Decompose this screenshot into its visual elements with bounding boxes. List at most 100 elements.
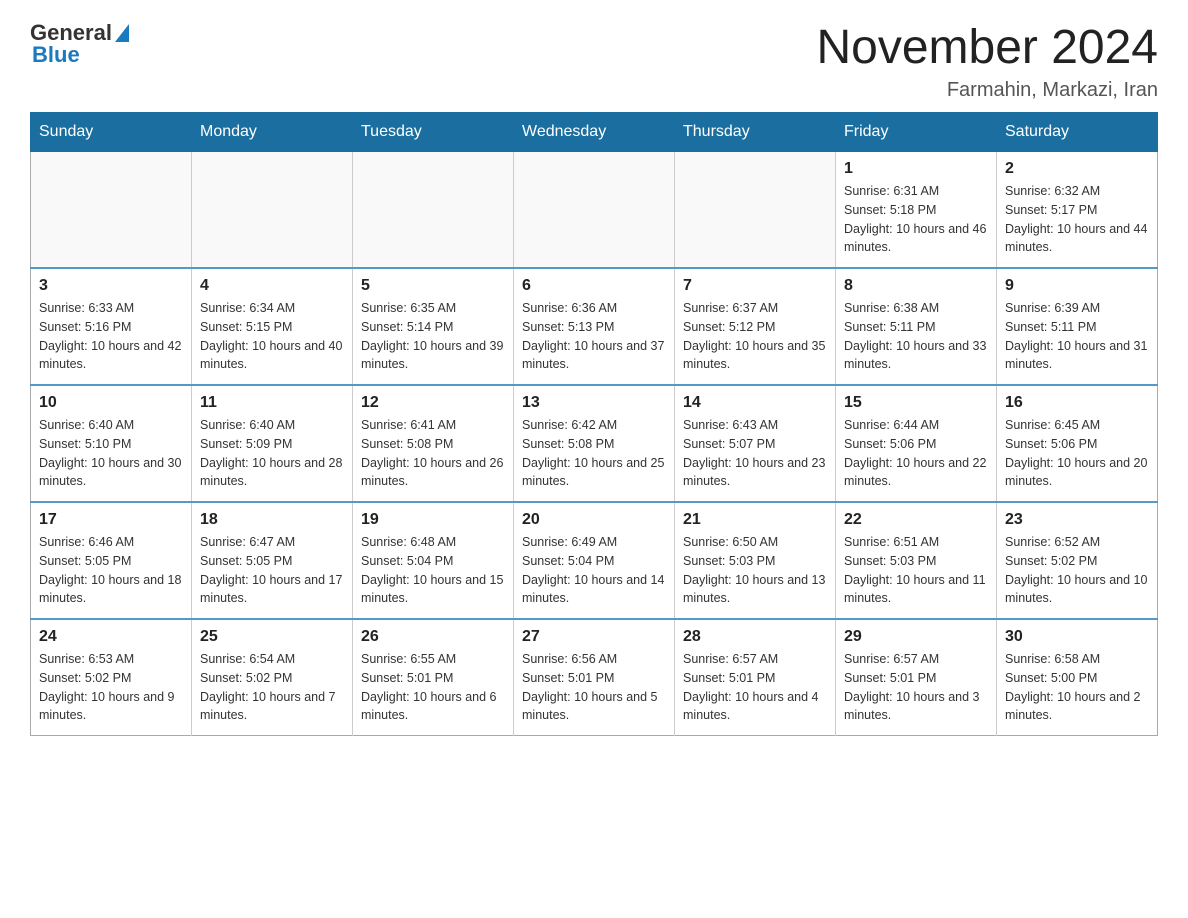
calendar-cell: 8 Sunrise: 6:38 AMSunset: 5:11 PMDaylight… — [836, 268, 997, 385]
week-row-3: 10 Sunrise: 6:40 AMSunset: 5:10 PMDayligh… — [31, 385, 1158, 502]
page-header: General Blue November 2024 Farmahin, Mar… — [30, 20, 1158, 102]
day-number: 18 — [200, 511, 344, 529]
calendar-cell: 25 Sunrise: 6:54 AMSunset: 5:02 PMDayligh… — [192, 619, 353, 736]
day-info: Sunrise: 6:37 AMSunset: 5:12 PMDaylight:… — [683, 299, 827, 374]
day-number: 8 — [844, 277, 988, 295]
weekday-header-monday: Monday — [192, 113, 353, 152]
logo-blue-text: Blue — [32, 42, 80, 68]
calendar-cell: 30 Sunrise: 6:58 AMSunset: 5:00 PMDayligh… — [997, 619, 1158, 736]
day-number: 1 — [844, 160, 988, 178]
day-number: 14 — [683, 394, 827, 412]
day-info: Sunrise: 6:58 AMSunset: 5:00 PMDaylight:… — [1005, 650, 1149, 725]
day-number: 19 — [361, 511, 505, 529]
calendar-cell: 20 Sunrise: 6:49 AMSunset: 5:04 PMDayligh… — [514, 502, 675, 619]
calendar-cell: 18 Sunrise: 6:47 AMSunset: 5:05 PMDayligh… — [192, 502, 353, 619]
calendar-cell: 11 Sunrise: 6:40 AMSunset: 5:09 PMDayligh… — [192, 385, 353, 502]
calendar-cell: 6 Sunrise: 6:36 AMSunset: 5:13 PMDaylight… — [514, 268, 675, 385]
calendar-cell: 14Sunrise: 6:43 AMSunset: 5:07 PMDayligh… — [675, 385, 836, 502]
day-info: Sunrise: 6:56 AMSunset: 5:01 PMDaylight:… — [522, 650, 666, 725]
day-number: 23 — [1005, 511, 1149, 529]
day-number: 17 — [39, 511, 183, 529]
day-info: Sunrise: 6:41 AMSunset: 5:08 PMDaylight:… — [361, 416, 505, 491]
day-info: Sunrise: 6:35 AMSunset: 5:14 PMDaylight:… — [361, 299, 505, 374]
calendar-cell: 4Sunrise: 6:34 AMSunset: 5:15 PMDaylight… — [192, 268, 353, 385]
day-info: Sunrise: 6:54 AMSunset: 5:02 PMDaylight:… — [200, 650, 344, 725]
calendar-cell: 15Sunrise: 6:44 AMSunset: 5:06 PMDayligh… — [836, 385, 997, 502]
day-number: 3 — [39, 277, 183, 295]
day-info: Sunrise: 6:42 AMSunset: 5:08 PMDaylight:… — [522, 416, 666, 491]
day-info: Sunrise: 6:39 AMSunset: 5:11 PMDaylight:… — [1005, 299, 1149, 374]
calendar-cell: 27 Sunrise: 6:56 AMSunset: 5:01 PMDayligh… — [514, 619, 675, 736]
calendar-cell: 22Sunrise: 6:51 AMSunset: 5:03 PMDayligh… — [836, 502, 997, 619]
logo-triangle-icon — [115, 24, 129, 42]
day-number: 21 — [683, 511, 827, 529]
calendar-cell — [514, 152, 675, 269]
day-info: Sunrise: 6:46 AMSunset: 5:05 PMDaylight:… — [39, 533, 183, 608]
day-number: 6 — [522, 277, 666, 295]
day-number: 7 — [683, 277, 827, 295]
day-info: Sunrise: 6:36 AMSunset: 5:13 PMDaylight:… — [522, 299, 666, 374]
calendar-cell: 24 Sunrise: 6:53 AMSunset: 5:02 PMDayligh… — [31, 619, 192, 736]
day-number: 28 — [683, 628, 827, 646]
calendar-cell: 2 Sunrise: 6:32 AMSunset: 5:17 PMDaylight… — [997, 152, 1158, 269]
day-info: Sunrise: 6:44 AMSunset: 5:06 PMDaylight:… — [844, 416, 988, 491]
weekday-header-wednesday: Wednesday — [514, 113, 675, 152]
calendar-cell — [192, 152, 353, 269]
day-info: Sunrise: 6:45 AMSunset: 5:06 PMDaylight:… — [1005, 416, 1149, 491]
calendar-cell: 16Sunrise: 6:45 AMSunset: 5:06 PMDayligh… — [997, 385, 1158, 502]
weekday-header-tuesday: Tuesday — [353, 113, 514, 152]
day-number: 29 — [844, 628, 988, 646]
day-number: 13 — [522, 394, 666, 412]
calendar-cell: 7 Sunrise: 6:37 AMSunset: 5:12 PMDaylight… — [675, 268, 836, 385]
day-info: Sunrise: 6:40 AMSunset: 5:09 PMDaylight:… — [200, 416, 344, 491]
day-info: Sunrise: 6:48 AMSunset: 5:04 PMDaylight:… — [361, 533, 505, 608]
weekday-header-saturday: Saturday — [997, 113, 1158, 152]
day-number: 30 — [1005, 628, 1149, 646]
day-number: 2 — [1005, 160, 1149, 178]
day-info: Sunrise: 6:55 AMSunset: 5:01 PMDaylight:… — [361, 650, 505, 725]
month-title: November 2024 — [816, 20, 1158, 75]
location-subtitle: Farmahin, Markazi, Iran — [816, 79, 1158, 102]
day-info: Sunrise: 6:49 AMSunset: 5:04 PMDaylight:… — [522, 533, 666, 608]
calendar-cell: 10 Sunrise: 6:40 AMSunset: 5:10 PMDayligh… — [31, 385, 192, 502]
week-row-5: 24 Sunrise: 6:53 AMSunset: 5:02 PMDayligh… — [31, 619, 1158, 736]
day-number: 10 — [39, 394, 183, 412]
calendar-cell — [31, 152, 192, 269]
weekday-header-sunday: Sunday — [31, 113, 192, 152]
calendar-cell: 29 Sunrise: 6:57 AMSunset: 5:01 PMDayligh… — [836, 619, 997, 736]
calendar-cell: 1 Sunrise: 6:31 AMSunset: 5:18 PMDaylight… — [836, 152, 997, 269]
day-info: Sunrise: 6:31 AMSunset: 5:18 PMDaylight:… — [844, 182, 988, 257]
day-number: 11 — [200, 394, 344, 412]
day-info: Sunrise: 6:38 AMSunset: 5:11 PMDaylight:… — [844, 299, 988, 374]
calendar-cell: 26 Sunrise: 6:55 AMSunset: 5:01 PMDayligh… — [353, 619, 514, 736]
day-number: 4 — [200, 277, 344, 295]
day-info: Sunrise: 6:57 AMSunset: 5:01 PMDaylight:… — [683, 650, 827, 725]
day-number: 24 — [39, 628, 183, 646]
day-number: 20 — [522, 511, 666, 529]
title-block: November 2024 Farmahin, Markazi, Iran — [816, 20, 1158, 102]
week-row-4: 17 Sunrise: 6:46 AMSunset: 5:05 PMDayligh… — [31, 502, 1158, 619]
calendar-cell: 13 Sunrise: 6:42 AMSunset: 5:08 PMDayligh… — [514, 385, 675, 502]
day-info: Sunrise: 6:57 AMSunset: 5:01 PMDaylight:… — [844, 650, 988, 725]
day-info: Sunrise: 6:32 AMSunset: 5:17 PMDaylight:… — [1005, 182, 1149, 257]
calendar-cell: 9 Sunrise: 6:39 AMSunset: 5:11 PMDaylight… — [997, 268, 1158, 385]
weekday-header-thursday: Thursday — [675, 113, 836, 152]
calendar-cell — [353, 152, 514, 269]
calendar-cell: 21 Sunrise: 6:50 AMSunset: 5:03 PMDayligh… — [675, 502, 836, 619]
day-number: 9 — [1005, 277, 1149, 295]
day-info: Sunrise: 6:47 AMSunset: 5:05 PMDaylight:… — [200, 533, 344, 608]
day-info: Sunrise: 6:40 AMSunset: 5:10 PMDaylight:… — [39, 416, 183, 491]
day-info: Sunrise: 6:50 AMSunset: 5:03 PMDaylight:… — [683, 533, 827, 608]
day-number: 5 — [361, 277, 505, 295]
day-info: Sunrise: 6:51 AMSunset: 5:03 PMDaylight:… — [844, 533, 988, 608]
day-number: 12 — [361, 394, 505, 412]
day-info: Sunrise: 6:33 AMSunset: 5:16 PMDaylight:… — [39, 299, 183, 374]
day-number: 26 — [361, 628, 505, 646]
weekday-header-row: SundayMondayTuesdayWednesdayThursdayFrid… — [31, 113, 1158, 152]
day-info: Sunrise: 6:53 AMSunset: 5:02 PMDaylight:… — [39, 650, 183, 725]
calendar-cell: 5 Sunrise: 6:35 AMSunset: 5:14 PMDaylight… — [353, 268, 514, 385]
day-number: 27 — [522, 628, 666, 646]
week-row-1: 1 Sunrise: 6:31 AMSunset: 5:18 PMDaylight… — [31, 152, 1158, 269]
day-number: 25 — [200, 628, 344, 646]
day-info: Sunrise: 6:52 AMSunset: 5:02 PMDaylight:… — [1005, 533, 1149, 608]
